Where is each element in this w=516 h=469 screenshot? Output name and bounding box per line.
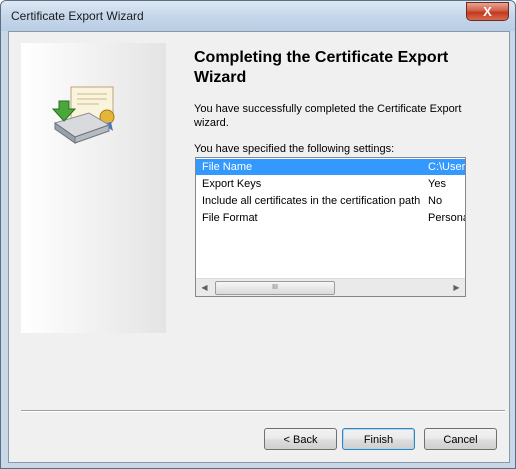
settings-row-export-keys[interactable]: Export Keys Yes: [196, 176, 465, 192]
settings-label: You have specified the following setting…: [194, 143, 395, 155]
settings-row-include-all-certificates[interactable]: Include all certificates in the certific…: [196, 193, 465, 209]
footer-divider: [21, 410, 505, 412]
completion-message: You have successfully completed the Cert…: [194, 103, 462, 129]
close-button[interactable]: X: [466, 2, 509, 21]
finish-button[interactable]: Finish: [342, 428, 415, 450]
setting-name: Include all certificates in the certific…: [202, 195, 421, 207]
wizard-body: Completing the Certificate Export Wizard…: [8, 31, 510, 463]
cancel-button[interactable]: Cancel: [424, 428, 497, 450]
settings-row-file-format[interactable]: File Format Persona: [196, 210, 465, 226]
setting-name: File Format: [202, 212, 258, 224]
settings-row-file-name[interactable]: File Name C:\User: [196, 159, 465, 175]
setting-value: Yes: [428, 178, 446, 190]
setting-value: No: [428, 195, 443, 207]
back-button[interactable]: < Back: [264, 428, 337, 450]
wizard-window: Certificate Export Wizard X Completing t…: [0, 0, 516, 469]
setting-name: File Name: [202, 161, 253, 173]
scroll-right-icon[interactable]: ▶: [448, 279, 465, 296]
wizard-side-panel: [21, 43, 166, 333]
certificate-export-icon: [51, 86, 115, 144]
settings-listbox[interactable]: File Name C:\User Export Keys Yes Includ…: [195, 157, 466, 297]
setting-name: Export Keys: [202, 178, 262, 190]
page-title-line-2: Wizard: [194, 69, 247, 86]
scrollbar-thumb[interactable]: III: [215, 281, 335, 295]
page-title-line-1: Completing the Certificate Export: [194, 49, 449, 66]
setting-value: C:\User: [428, 161, 466, 173]
close-icon: X: [483, 4, 492, 19]
window-title: Certificate Export Wizard: [11, 9, 144, 23]
scroll-left-icon[interactable]: ◀: [196, 279, 213, 296]
setting-value: Persona: [428, 212, 466, 224]
horizontal-scrollbar[interactable]: ◀ III ▶: [196, 278, 465, 296]
title-bar[interactable]: Certificate Export Wizard X: [1, 1, 515, 31]
page-title: Completing the Certificate Export Wizard: [194, 48, 484, 88]
